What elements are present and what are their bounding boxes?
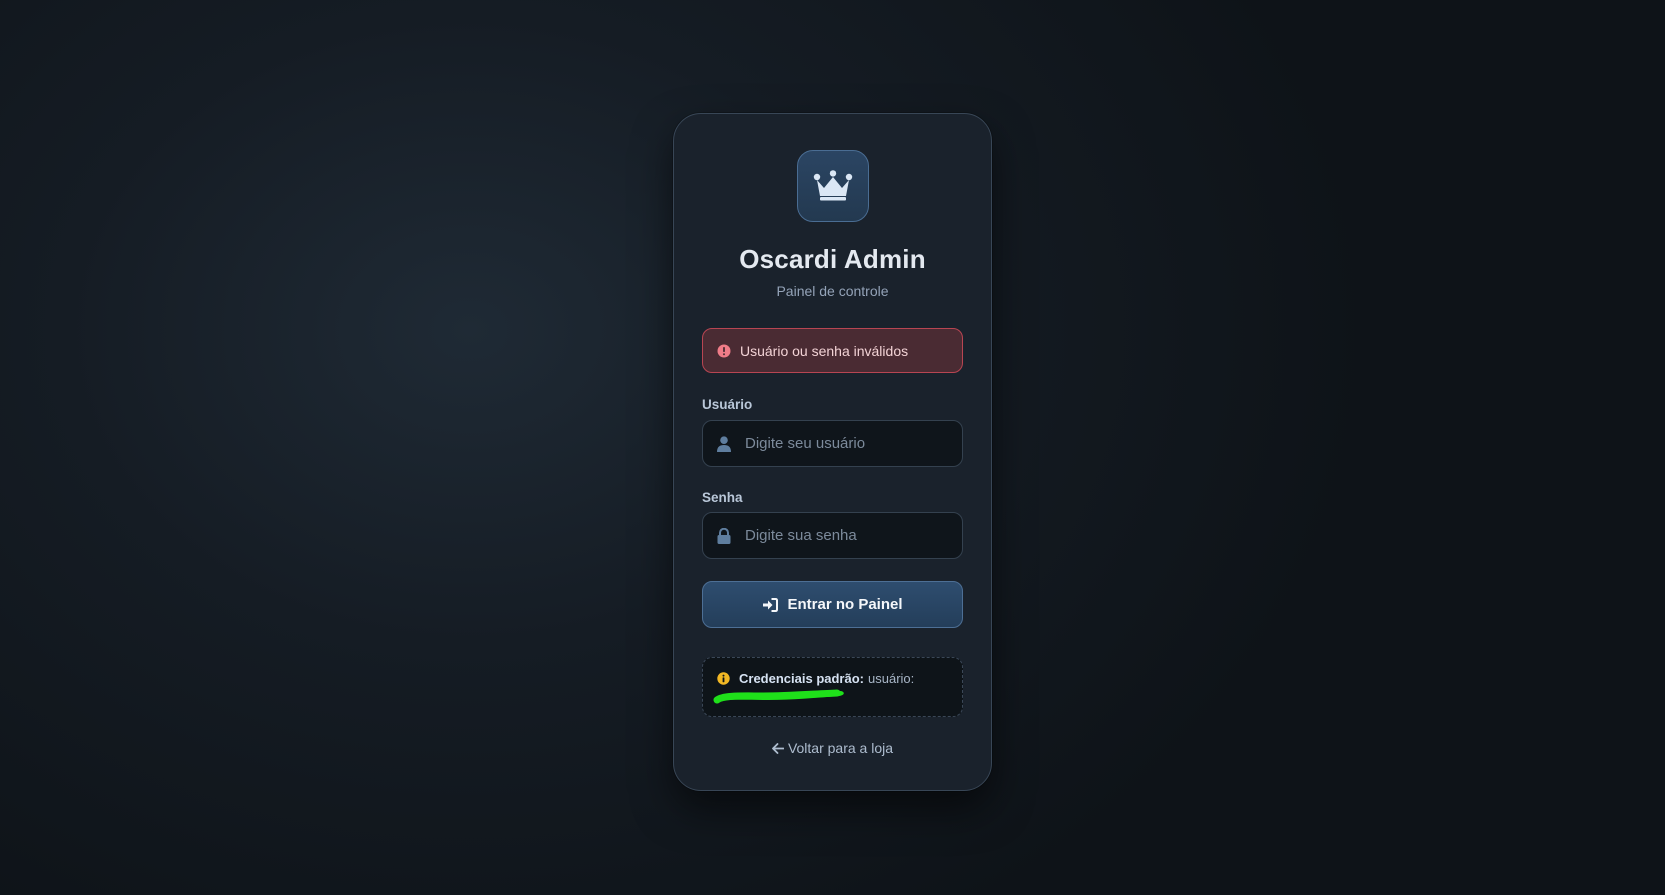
brand-logo: [797, 150, 869, 222]
user-icon: [717, 435, 731, 452]
username-field[interactable]: [702, 420, 963, 467]
page-subtitle: Painel de controle: [776, 283, 889, 299]
password-field[interactable]: [702, 512, 963, 559]
page-title: Oscardi Admin: [739, 244, 926, 274]
username-label: Usuário: [702, 397, 753, 412]
login-button[interactable]: Entrar no Painel: [702, 581, 963, 628]
credentials-hint-title: Credenciais padrão:: [739, 671, 864, 686]
exclamation-circle-icon: [717, 344, 731, 357]
arrow-left-icon: [772, 742, 784, 754]
sign-in-icon: [763, 597, 779, 612]
back-to-store-link[interactable]: Voltar para a loja: [674, 740, 991, 756]
login-button-label: Entrar no Painel: [787, 596, 903, 613]
back-to-store-label: Voltar para a loja: [787, 740, 894, 756]
username-input[interactable]: [745, 435, 945, 452]
crown-icon: [813, 170, 853, 201]
info-circle-icon: [717, 672, 730, 685]
redaction-scribble: [713, 689, 844, 704]
credentials-hint-text: usuário:: [868, 671, 915, 686]
password-label: Senha: [702, 490, 743, 505]
error-message: Usuário ou senha inválidos: [740, 342, 909, 359]
login-card: Oscardi Admin Painel de controle Usuário…: [673, 113, 992, 791]
lock-icon: [717, 527, 731, 544]
error-alert: Usuário ou senha inválidos: [702, 328, 963, 373]
credentials-hint: Credenciais padrão: usuário:: [702, 657, 963, 717]
password-input[interactable]: [745, 527, 945, 544]
